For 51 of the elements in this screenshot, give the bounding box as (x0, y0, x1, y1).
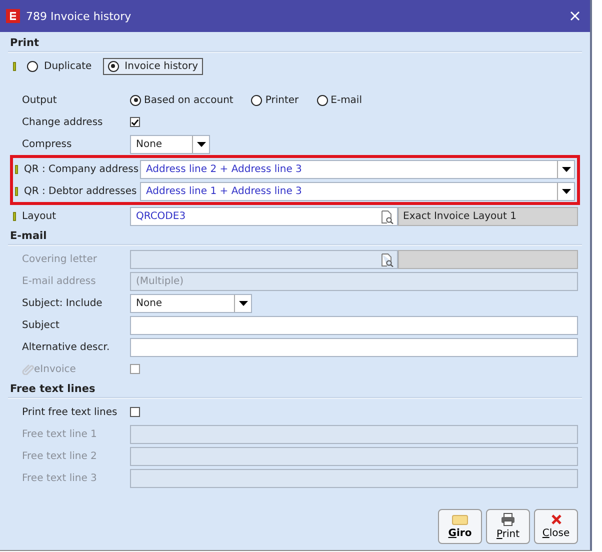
field-label: Output (22, 94, 58, 106)
text-field[interactable] (130, 316, 578, 334)
card-icon (452, 514, 468, 524)
close-icon (550, 514, 562, 525)
field-label: Subject (22, 320, 60, 330)
checkbox[interactable] (130, 117, 140, 127)
radio-button[interactable] (316, 94, 328, 106)
field-label: QR : Debtor addresses (24, 186, 138, 196)
radio-button[interactable] (251, 94, 262, 106)
field-label: Free text line 2 (22, 450, 98, 462)
dropdown[interactable]: None (130, 134, 210, 154)
field-label: Alternative descr. (22, 342, 111, 352)
dropdown-arrow-icon (562, 166, 570, 172)
toolbar-button[interactable]: Print (486, 509, 530, 544)
field-label: Layout (22, 210, 57, 222)
section-heading: E-mail (9, 229, 48, 244)
close-icon[interactable] (570, 11, 580, 21)
section-heading: Print (9, 36, 40, 51)
field-label: Print free text lines (22, 406, 118, 418)
radio-label: E-mail (330, 94, 362, 106)
radio-option[interactable]: Duplicate (22, 58, 97, 74)
field-label: E-mail address (22, 276, 97, 286)
window-title: 789 Invoice history (26, 10, 132, 22)
radio-label: Printer (265, 94, 299, 106)
dropdown-arrow-icon (196, 142, 206, 146)
field-label: Subject: Include (22, 298, 104, 308)
radio-button[interactable] (130, 94, 141, 106)
field-label: Compress (22, 138, 73, 150)
field-label: Change address (22, 116, 104, 128)
field-label: Free text line 3 (22, 472, 98, 484)
radio-option[interactable]: Invoice history (102, 58, 203, 74)
section-heading: Free text lines (9, 382, 96, 397)
field-label: QR : Company address (24, 164, 140, 174)
dropdown-arrow-icon (562, 188, 570, 194)
combo-box[interactable]: Address line 1 + Address line 3 (140, 182, 575, 200)
field-label: eInvoice (34, 364, 77, 374)
description-field: Exact Invoice Layout 1 (398, 206, 578, 226)
lookup-field[interactable]: QRCODE3 (130, 206, 398, 226)
checkbox[interactable] (130, 407, 140, 417)
toolbar-button[interactable]: Giro (438, 509, 482, 544)
radio-label: Based on account (144, 94, 234, 106)
dropdown[interactable]: None (130, 294, 252, 312)
app-logo-icon (6, 9, 20, 23)
field-label: Covering letter (22, 254, 98, 264)
printer-icon (501, 513, 515, 526)
lookup-icon[interactable] (380, 210, 394, 224)
text-field[interactable] (130, 338, 578, 356)
toolbar-button[interactable]: Close (534, 509, 578, 544)
field-label: Free text line 1 (22, 428, 98, 440)
dropdown-arrow-icon (238, 300, 248, 306)
combo-box[interactable]: Address line 2 + Address line 3 (140, 160, 575, 178)
